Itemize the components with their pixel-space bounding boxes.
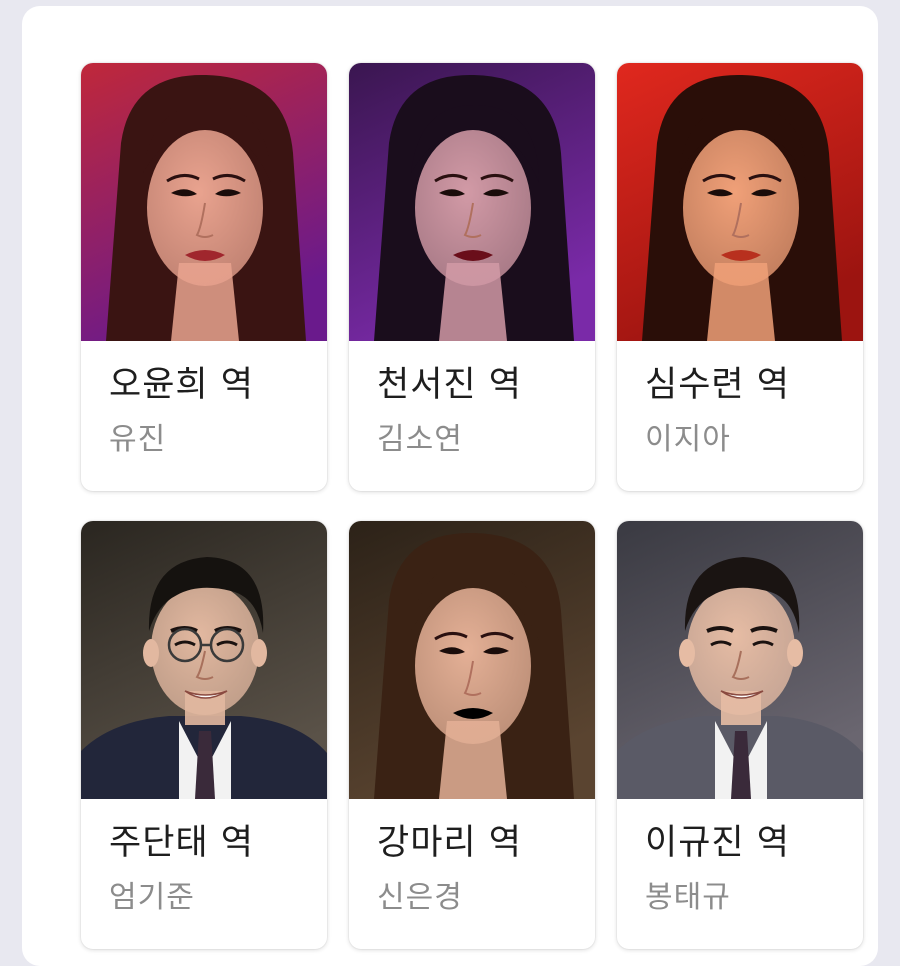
- cast-card[interactable]: 주단태 역 엄기준: [81, 521, 327, 949]
- role-name: 주단태 역: [109, 823, 254, 863]
- cast-photo: [617, 63, 863, 341]
- role-name: 오윤희 역: [109, 365, 254, 405]
- actor-name: 유진: [109, 422, 167, 457]
- portrait-man-glasses-icon: [81, 521, 327, 799]
- cast-card[interactable]: 강마리 역 신은경: [349, 521, 595, 949]
- cast-panel: 오윤희 역 유진 천서진 역 김소연 심수련 역 이지아 주단태 역 엄기준 강…: [22, 6, 878, 966]
- cast-card[interactable]: 천서진 역 김소연: [349, 63, 595, 491]
- cast-photo: [617, 521, 863, 799]
- role-name: 강마리 역: [377, 823, 522, 863]
- portrait-woman-purple-icon: [349, 63, 595, 341]
- portrait-woman-smiling-icon: [349, 521, 595, 799]
- portrait-woman-orange-icon: [617, 63, 863, 341]
- actor-name: 엄기준: [109, 880, 195, 915]
- cast-photo: [349, 521, 595, 799]
- cast-card[interactable]: 오윤희 역 유진: [81, 63, 327, 491]
- cast-photo: [349, 63, 595, 341]
- cast-grid: 오윤희 역 유진 천서진 역 김소연 심수련 역 이지아 주단태 역 엄기준 강…: [81, 63, 864, 949]
- cast-card[interactable]: 이규진 역 봉태규: [617, 521, 863, 949]
- portrait-man-smiling-icon: [617, 521, 863, 799]
- cast-photo: [81, 521, 327, 799]
- role-name: 이규진 역: [645, 823, 790, 863]
- cast-card[interactable]: 심수련 역 이지아: [617, 63, 863, 491]
- actor-name: 신은경: [377, 880, 463, 915]
- actor-name: 김소연: [377, 422, 463, 457]
- role-name: 천서진 역: [377, 365, 522, 405]
- portrait-woman-red-icon: [81, 63, 327, 341]
- actor-name: 이지아: [645, 422, 731, 457]
- actor-name: 봉태규: [645, 880, 731, 915]
- role-name: 심수련 역: [645, 365, 790, 405]
- cast-photo: [81, 63, 327, 341]
